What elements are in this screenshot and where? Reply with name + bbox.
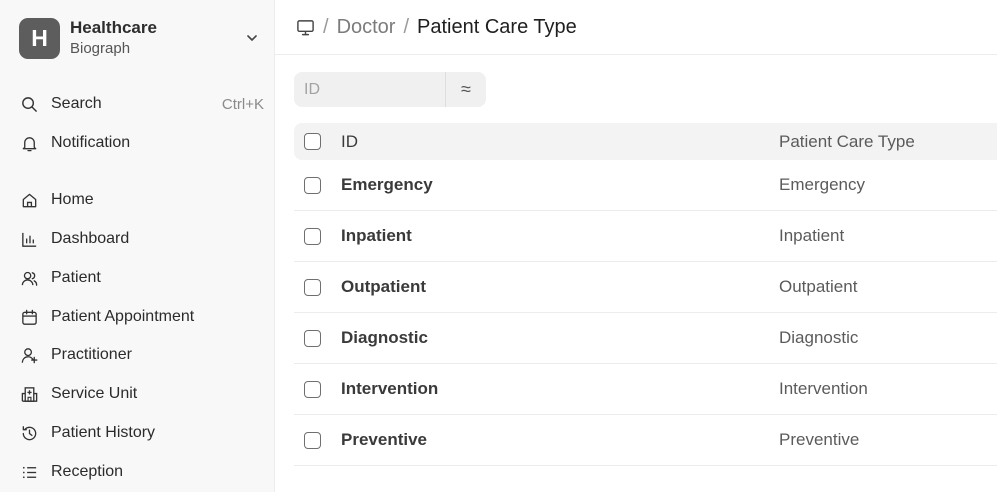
hospital-icon bbox=[19, 384, 39, 404]
notification-button[interactable]: Notification bbox=[19, 128, 264, 158]
bell-icon bbox=[19, 133, 39, 153]
breadcrumb-separator: / bbox=[323, 15, 329, 38]
page-title: Patient Care Type bbox=[417, 15, 577, 38]
id-filter-input[interactable] bbox=[294, 72, 445, 107]
id-filter: ≈ bbox=[294, 72, 486, 107]
home-icon bbox=[19, 190, 39, 210]
column-header-patient-care-type[interactable]: Patient Care Type bbox=[779, 132, 915, 152]
table-row[interactable]: Intervention Intervention bbox=[294, 364, 997, 415]
calendar-icon bbox=[19, 307, 39, 327]
sidebar-item-practitioner[interactable]: Practitioner bbox=[19, 340, 264, 370]
history-icon bbox=[19, 423, 39, 443]
row-checkbox[interactable] bbox=[304, 176, 321, 194]
row-patient-care-type: Diagnostic bbox=[779, 328, 859, 347]
list-icon bbox=[19, 462, 39, 482]
row-patient-care-type: Intervention bbox=[779, 379, 868, 398]
row-checkbox[interactable] bbox=[304, 329, 321, 347]
row-patient-care-type: Preventive bbox=[779, 430, 860, 449]
row-checkbox[interactable] bbox=[304, 431, 321, 449]
chevron-down-icon[interactable] bbox=[242, 28, 262, 48]
notification-label: Notification bbox=[51, 134, 131, 151]
table-row[interactable]: Outpatient Outpatient bbox=[294, 262, 997, 313]
row-checkbox[interactable] bbox=[304, 278, 321, 296]
row-id[interactable]: Inpatient bbox=[341, 226, 779, 246]
sidebar-item-label: Patient Appointment bbox=[51, 308, 195, 325]
sidebar-item-label: Patient bbox=[51, 269, 101, 286]
breadcrumb: / Doctor / Patient Care Type bbox=[275, 0, 997, 55]
row-checkbox[interactable] bbox=[304, 227, 321, 245]
sidebar: H Healthcare Biograph Search Ctrl+K Noti… bbox=[0, 0, 275, 492]
table-row[interactable]: Emergency Emergency bbox=[294, 160, 997, 211]
brand-text: Healthcare Biograph bbox=[70, 17, 242, 59]
sidebar-item-label: Practitioner bbox=[51, 346, 132, 363]
breadcrumb-doctor-link[interactable]: Doctor bbox=[337, 16, 396, 39]
row-patient-care-type: Inpatient bbox=[779, 226, 845, 245]
table-row[interactable]: Inpatient Inpatient bbox=[294, 211, 997, 262]
table-row[interactable]: Diagnostic Diagnostic bbox=[294, 313, 997, 364]
list-table: ID Patient Care Type Emergency Emergency… bbox=[294, 123, 997, 466]
brand-subtitle: Biograph bbox=[70, 40, 131, 57]
search-icon bbox=[19, 94, 39, 114]
sidebar-item-label: Dashboard bbox=[51, 230, 130, 247]
row-id[interactable]: Diagnostic bbox=[341, 328, 779, 348]
sidebar-item-label: Reception bbox=[51, 463, 124, 480]
column-header-id[interactable]: ID bbox=[341, 132, 779, 152]
monitor-icon[interactable] bbox=[295, 17, 315, 37]
sidebar-item-home[interactable]: Home bbox=[19, 185, 264, 215]
bar-chart-icon bbox=[19, 229, 39, 249]
select-all-checkbox[interactable] bbox=[304, 133, 321, 150]
search-label: Search bbox=[51, 95, 102, 112]
sidebar-item-service-unit[interactable]: Service Unit bbox=[19, 379, 264, 409]
row-id[interactable]: Preventive bbox=[341, 430, 779, 450]
user-plus-icon bbox=[19, 345, 39, 365]
brand-title: Healthcare bbox=[70, 18, 157, 37]
row-id[interactable]: Intervention bbox=[341, 379, 779, 399]
sidebar-item-label: Home bbox=[51, 191, 94, 208]
brand-logo: H bbox=[19, 17, 60, 59]
search-button[interactable]: Search Ctrl+K bbox=[19, 89, 264, 119]
row-id[interactable]: Emergency bbox=[341, 175, 779, 195]
sidebar-item-label: Service Unit bbox=[51, 385, 138, 402]
table-row[interactable]: Preventive Preventive bbox=[294, 415, 997, 466]
row-checkbox[interactable] bbox=[304, 380, 321, 398]
breadcrumb-separator: / bbox=[403, 15, 410, 38]
sidebar-item-dashboard[interactable]: Dashboard bbox=[19, 224, 264, 254]
sidebar-item-patient-appointment[interactable]: Patient Appointment bbox=[19, 302, 264, 332]
sidebar-item-reception[interactable]: Reception bbox=[19, 457, 264, 487]
row-patient-care-type: Outpatient bbox=[779, 277, 858, 296]
table-header: ID Patient Care Type bbox=[294, 123, 997, 160]
users-icon bbox=[19, 268, 39, 288]
row-id[interactable]: Outpatient bbox=[341, 277, 779, 297]
sidebar-item-label: Patient History bbox=[51, 424, 156, 441]
search-shortcut: Ctrl+K bbox=[221, 95, 264, 113]
sidebar-item-patient-history[interactable]: Patient History bbox=[19, 418, 264, 448]
workspace-switcher[interactable]: H Healthcare Biograph bbox=[19, 15, 262, 61]
filter-operator-button[interactable]: ≈ bbox=[446, 72, 486, 107]
row-patient-care-type: Emergency bbox=[779, 175, 865, 194]
sidebar-item-patient[interactable]: Patient bbox=[19, 263, 264, 293]
